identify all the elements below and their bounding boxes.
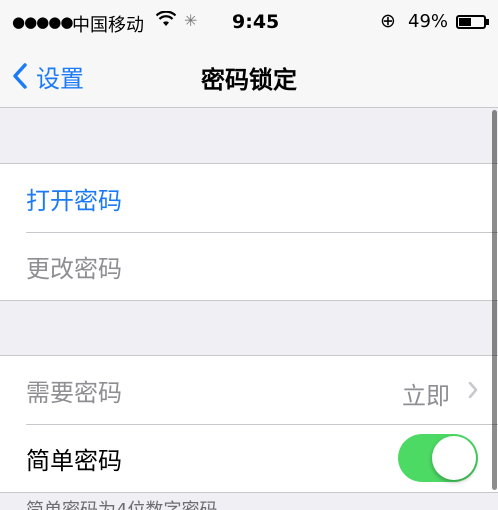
carrier-label: 中国移动	[72, 15, 144, 36]
simple-passcode-row: 简单密码	[0, 424, 498, 492]
scrollbar[interactable]	[492, 110, 497, 490]
activity-spinner-icon: ✳	[184, 11, 198, 30]
chevron-right-icon	[468, 382, 478, 398]
passcode-settings-group: 需要密码 立即 简单密码	[0, 355, 498, 493]
battery-icon	[456, 15, 486, 29]
require-passcode-row[interactable]: 需要密码 立即	[0, 356, 498, 424]
turn-passcode-on-button[interactable]: 打开密码	[0, 164, 498, 232]
simple-passcode-toggle[interactable]	[398, 434, 478, 482]
signal-strength-icon: ●●●●●	[12, 13, 73, 31]
orientation-lock-icon: ⊕	[380, 10, 396, 32]
simple-passcode-label: 简单密码	[26, 446, 122, 475]
page-title: 密码锁定	[201, 66, 297, 94]
toggle-knob	[432, 436, 476, 480]
status-bar: ●●●●● 中国移动 ✳ 9:45 ⊕ 49%	[0, 0, 498, 46]
passcode-actions-group: 打开密码 更改密码	[0, 163, 498, 301]
wifi-icon	[155, 10, 177, 32]
battery-percent: 49%	[408, 11, 449, 32]
change-passcode-label: 更改密码	[26, 254, 122, 283]
battery-cap	[486, 19, 489, 25]
require-passcode-value: 立即	[402, 382, 450, 410]
status-time: 9:45	[232, 11, 280, 33]
turn-passcode-on-label: 打开密码	[26, 186, 122, 215]
navigation-bar: 设置 密码锁定	[0, 46, 498, 108]
footer-description: 简单密码为4位数字密码。	[26, 496, 486, 510]
require-passcode-label: 需要密码	[26, 378, 122, 407]
change-passcode-button[interactable]: 更改密码	[0, 232, 498, 300]
